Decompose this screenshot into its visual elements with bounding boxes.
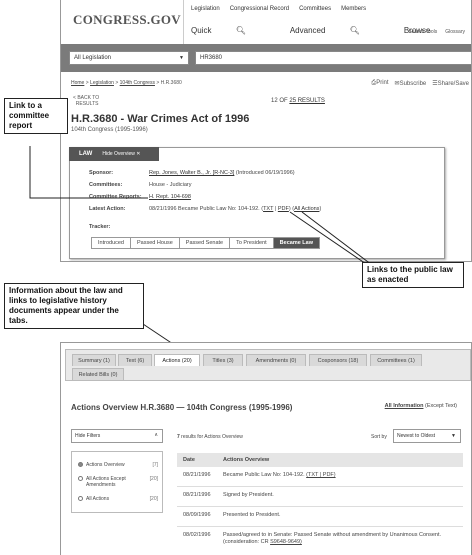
row-action: Passed/agreed to in Senate: Passed Senat… xyxy=(223,532,459,546)
row-action: Presented to President. xyxy=(223,512,281,518)
col-actions: Actions Overview xyxy=(223,457,270,463)
row-date: 08/21/1996 xyxy=(183,492,211,498)
filter-label: All Actions xyxy=(86,496,110,502)
all-information-link[interactable]: All Information (Except Text) xyxy=(385,403,457,409)
row-law-links[interactable]: (TXT | PDF) xyxy=(306,472,335,478)
tab-summary[interactable]: Summary (1) xyxy=(72,354,116,366)
filter-count: [20] xyxy=(149,496,158,502)
col-date: Date xyxy=(183,457,195,463)
radio-actions-overview[interactable] xyxy=(78,462,83,467)
table-row: 08/21/1996 Became Public Law No: 104-192… xyxy=(177,467,463,487)
sort-select[interactable]: Newest to Oldest ▼ xyxy=(393,429,461,443)
hide-filters-label: Hide Filters xyxy=(75,433,101,439)
bill-tabs: Summary (1) Text (6) Actions (20) Titles… xyxy=(65,349,471,381)
filter-count: [7] xyxy=(152,462,158,468)
filter-label: Actions Overview xyxy=(86,462,125,468)
chevron-down-icon: ▼ xyxy=(451,433,456,439)
tab-titles[interactable]: Titles (3) xyxy=(203,354,243,366)
leader-committee-report xyxy=(29,146,148,199)
row-action-text: Passed/agreed to in Senate: Passed Senat… xyxy=(223,532,441,545)
filter-panel: Actions Overview [7] All Actions Except … xyxy=(71,451,163,513)
actions-table-header: Date Actions Overview xyxy=(177,453,463,467)
callout-info-tabs: Information about the law and links to l… xyxy=(4,283,144,329)
results-summary: 7 results for Actions Overview xyxy=(177,434,243,440)
sort-select-value: Newest to Oldest xyxy=(397,433,436,439)
callout-public-law: Links to the public law as enacted xyxy=(362,262,464,288)
table-row: 08/09/1996 Presented to President. xyxy=(177,507,463,527)
tab-text[interactable]: Text (6) xyxy=(118,354,152,366)
tab-amendments[interactable]: Amendments (0) xyxy=(246,354,306,366)
hide-filters-toggle[interactable]: Hide Filters ∧ xyxy=(71,429,163,443)
table-row: 08/02/1996 Passed/agreed to in Senate: P… xyxy=(177,527,463,553)
tab-actions[interactable]: Actions (20) xyxy=(154,354,200,366)
row-action: Became Public Law No: 104-192. (TXT | PD… xyxy=(223,472,459,479)
filter-count: [20] xyxy=(149,476,158,482)
radio-all-except-amendments[interactable] xyxy=(78,476,83,481)
callout-committee-report: Link to a committee report xyxy=(4,98,68,134)
chevron-up-icon: ∧ xyxy=(154,432,158,438)
row-action-text: Became Public Law No: 104-192. xyxy=(223,472,305,478)
row-record-link[interactable]: S9648-9649) xyxy=(270,539,302,545)
tab-committees[interactable]: Committees (1) xyxy=(370,354,422,366)
results-count: 7 xyxy=(177,434,180,440)
tab-related-bills[interactable]: Related Bills (0) xyxy=(72,368,124,380)
row-date: 08/02/1996 xyxy=(183,532,211,538)
leader-public-law-pdf xyxy=(301,211,377,269)
row-action: Signed by President. xyxy=(223,492,274,498)
all-information-label: All Information xyxy=(384,403,424,409)
actions-overview-title: Actions Overview H.R.3680 — 104th Congre… xyxy=(71,403,293,412)
filter-label: All Actions Except Amendments xyxy=(86,476,126,488)
actions-tab-page: Summary (1) Text (6) Actions (20) Titles… xyxy=(60,342,472,555)
results-text: results for Actions Overview xyxy=(181,434,243,440)
table-row: 08/21/1996 Signed by President. xyxy=(177,487,463,507)
leader-public-law-txt xyxy=(289,211,373,269)
radio-all-actions[interactable] xyxy=(78,496,83,501)
row-date: 08/09/1996 xyxy=(183,512,211,518)
except-text-label: (Except Text) xyxy=(425,403,457,409)
tab-cosponsors[interactable]: Cosponsors (18) xyxy=(309,354,367,366)
sort-label: Sort by xyxy=(371,434,387,440)
row-date: 08/21/1996 xyxy=(183,472,211,478)
